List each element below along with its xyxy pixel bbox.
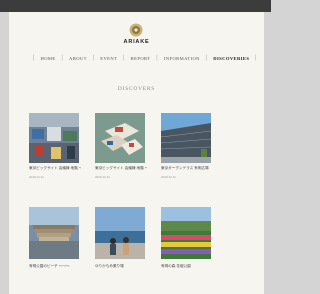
nav-separator: | xyxy=(255,55,257,61)
nav-item-information[interactable]: INFORMATION xyxy=(164,56,200,61)
logo-text[interactable]: ARIAKE xyxy=(9,39,264,45)
ariake-logo-icon[interactable] xyxy=(128,22,144,38)
card-date: 2019.12.11 xyxy=(29,175,44,179)
card-image[interactable] xyxy=(29,113,79,163)
card-caption[interactable]: ゆりかもめ乗り場 xyxy=(95,264,147,269)
card-image[interactable] xyxy=(161,113,211,163)
section-title: DISCOVERS xyxy=(117,86,156,92)
card-image[interactable] xyxy=(95,207,145,259)
nav-item-about[interactable]: ABOUT xyxy=(69,56,87,61)
card-caption[interactable]: 東京ビッグサイト 会議棟 地階 〜1/26〜 展示会 xyxy=(29,166,81,171)
nav-separator: | xyxy=(205,55,208,61)
nav-item-report[interactable]: REPORT xyxy=(131,56,151,61)
nav-item-discoveries[interactable]: DISCOVERIES xyxy=(213,56,249,61)
card-date: 2019.12.11 xyxy=(95,175,110,179)
card-caption[interactable]: 東京ビッグサイト 会議棟 地階 〜1/26〜 展示 xyxy=(95,166,147,171)
card-caption[interactable]: 東京ガーデンテラス 有明広場 xyxy=(161,166,213,171)
card-date: 2019.12.11 xyxy=(161,175,176,179)
nav-item-event[interactable]: EVENT xyxy=(100,56,117,61)
nav-separator: | xyxy=(156,55,158,61)
nav-separator: | xyxy=(92,55,95,61)
card-caption[interactable]: 有明の森 花壇公園 xyxy=(161,264,213,269)
nav-separator: | xyxy=(123,55,125,61)
card-image[interactable] xyxy=(95,113,145,163)
card-image[interactable] xyxy=(29,207,79,259)
nav-separator: | xyxy=(33,55,35,61)
card-caption[interactable]: 有明公園のビーチ 〜〜〜 xyxy=(29,264,81,269)
nav-item-home[interactable]: HOME xyxy=(41,56,56,61)
main-nav: | HOME | ABOUT | EVENT | REPORT | INFORM… xyxy=(33,53,257,63)
browser-top-bar xyxy=(0,0,271,12)
page: ARIAKE | HOME | ABOUT | EVENT | REPORT |… xyxy=(9,12,264,294)
nav-separator: | xyxy=(61,55,64,61)
card-image[interactable] xyxy=(161,207,211,259)
